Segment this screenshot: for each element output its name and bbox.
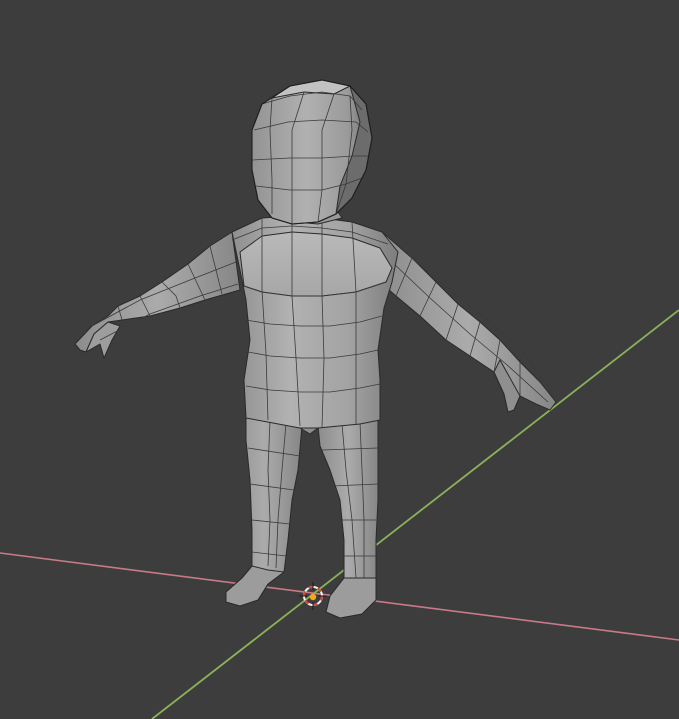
left-arm <box>74 231 241 359</box>
left-leg <box>225 415 303 607</box>
torso <box>231 215 399 435</box>
3d-viewport[interactable] <box>0 0 679 719</box>
viewport-canvas[interactable] <box>0 0 679 719</box>
object-origin-icon[interactable] <box>309 593 317 601</box>
y-axis-line <box>151 309 679 719</box>
right-leg <box>317 419 379 619</box>
right-arm <box>379 231 557 413</box>
humanoid-mesh[interactable] <box>74 79 557 619</box>
head <box>251 79 373 225</box>
